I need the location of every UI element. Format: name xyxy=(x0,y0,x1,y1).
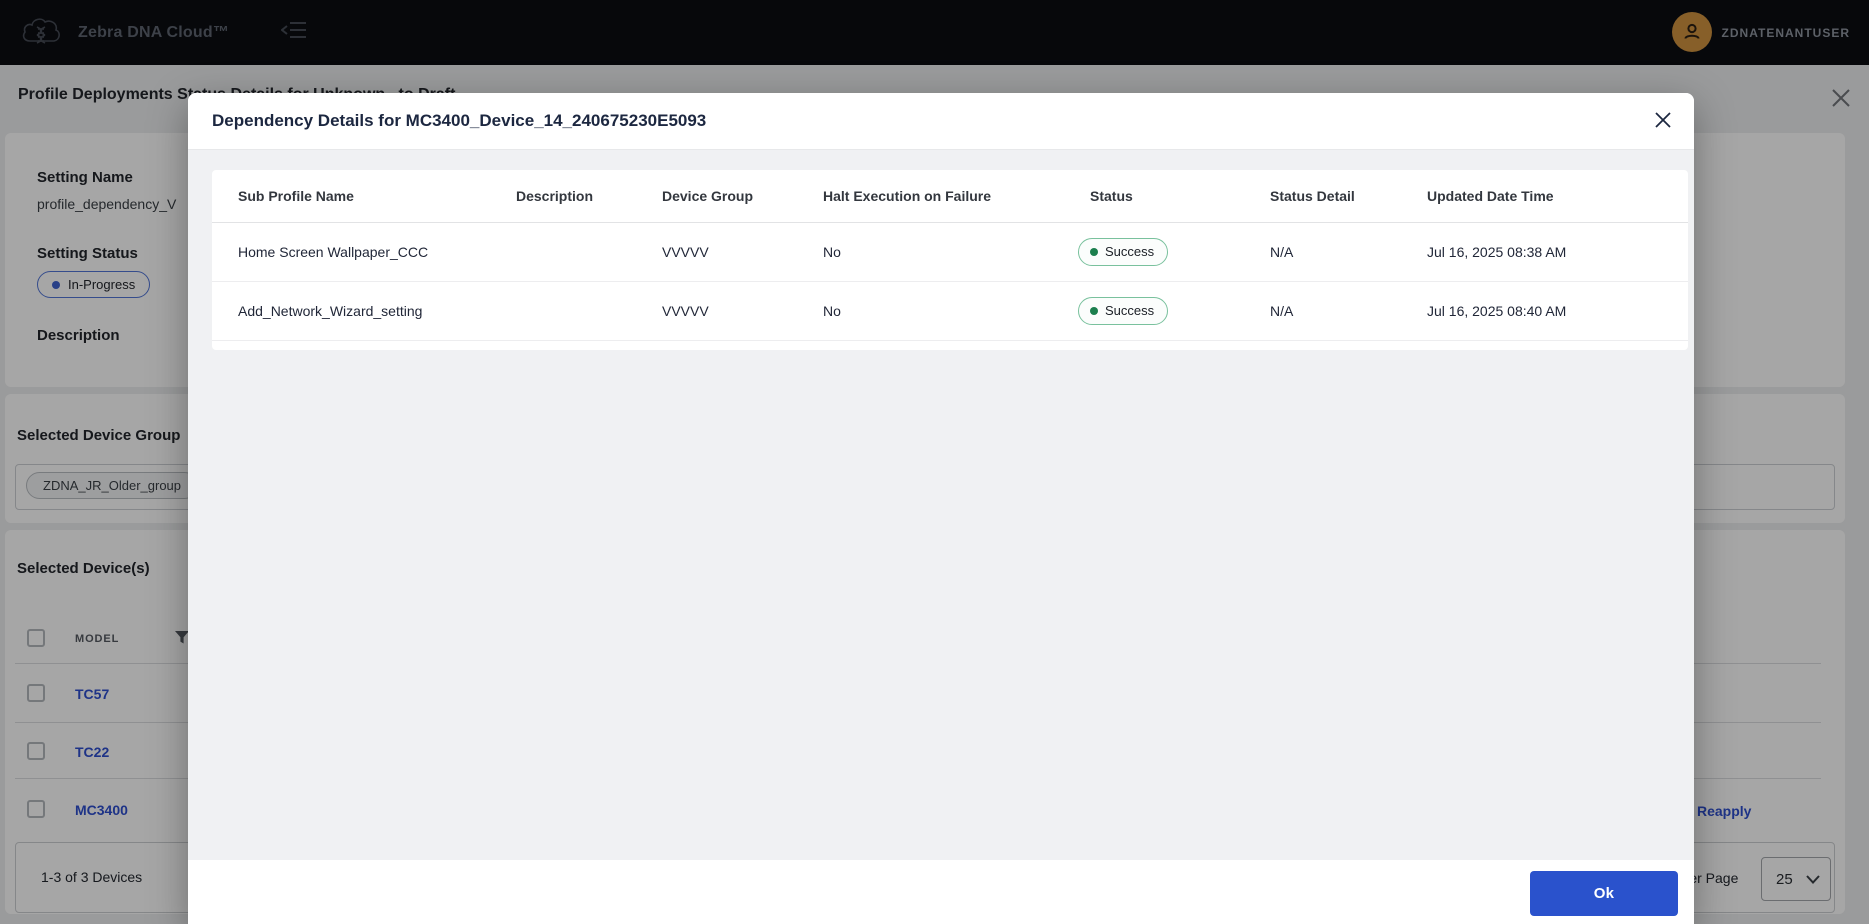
table-row: Home Screen Wallpaper_CCC VVVVV No Succe… xyxy=(212,222,1688,282)
cell-halt-execution: No xyxy=(823,222,1090,282)
cell-updated-date-time: Jul 16, 2025 08:40 AM xyxy=(1427,281,1688,341)
screen: Zebra DNA Cloud™ ZDNATENANTUSER Profile … xyxy=(0,0,1869,924)
cell-status: Success xyxy=(1078,281,1270,341)
dependency-table-card: Sub Profile Name Description Device Grou… xyxy=(212,170,1688,350)
success-badge-label: Success xyxy=(1105,244,1155,259)
cell-status-detail: N/A xyxy=(1270,222,1427,282)
column-header-description: Description xyxy=(516,170,662,223)
cell-status: Success xyxy=(1078,222,1270,282)
cell-sub-profile-name: Add_Network_Wizard_setting xyxy=(212,281,516,341)
column-header-device-group: Device Group xyxy=(662,170,823,223)
dependency-table: Sub Profile Name Description Device Grou… xyxy=(212,170,1688,341)
ok-button[interactable]: Ok xyxy=(1530,871,1678,916)
success-badge: Success xyxy=(1078,296,1169,325)
table-row: Add_Network_Wizard_setting VVVVV No Succ… xyxy=(212,281,1688,341)
success-badge-label: Success xyxy=(1105,303,1155,318)
column-header-sub-profile-name: Sub Profile Name xyxy=(212,170,516,223)
column-header-updated-date-time: Updated Date Time xyxy=(1427,170,1688,223)
modal-body: Sub Profile Name Description Device Grou… xyxy=(188,150,1694,860)
cell-description xyxy=(516,281,662,341)
cell-device-group: VVVVV xyxy=(662,222,823,282)
modal-close-icon[interactable] xyxy=(1654,111,1674,131)
modal-footer: Ok xyxy=(188,860,1694,924)
success-dot-icon xyxy=(1090,247,1098,256)
table-header-row: Sub Profile Name Description Device Grou… xyxy=(212,170,1688,223)
cell-halt-execution: No xyxy=(823,281,1090,341)
cell-updated-date-time: Jul 16, 2025 08:38 AM xyxy=(1427,222,1688,282)
column-header-status: Status xyxy=(1090,170,1270,223)
dependency-details-modal: Dependency Details for MC3400_Device_14_… xyxy=(188,93,1694,924)
column-header-halt-execution: Halt Execution on Failure xyxy=(823,170,1090,223)
cell-sub-profile-name: Home Screen Wallpaper_CCC xyxy=(212,222,516,282)
success-dot-icon xyxy=(1090,306,1098,315)
cell-description xyxy=(516,222,662,282)
cell-status-detail: N/A xyxy=(1270,281,1427,341)
cell-device-group: VVVVV xyxy=(662,281,823,341)
modal-title: Dependency Details for MC3400_Device_14_… xyxy=(212,111,707,130)
column-header-status-detail: Status Detail xyxy=(1270,170,1427,223)
success-badge: Success xyxy=(1078,237,1169,266)
modal-titlebar: Dependency Details for MC3400_Device_14_… xyxy=(188,93,1694,150)
